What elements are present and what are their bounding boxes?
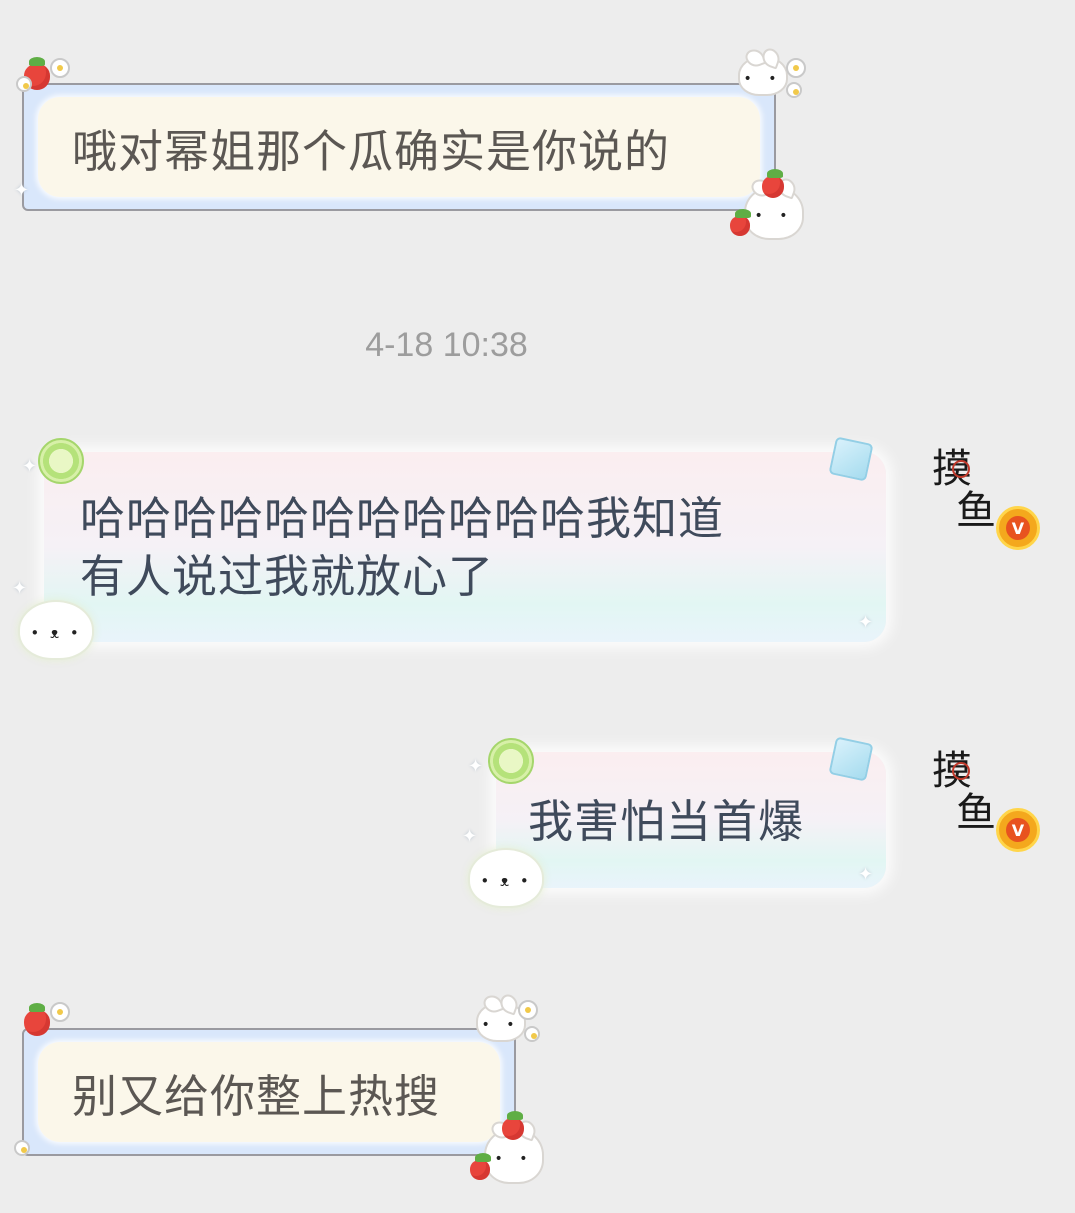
message-text: 别又给你整上热搜 (72, 1069, 441, 1123)
flower-sticker-icon (50, 58, 70, 78)
flower-sticker-icon (50, 1002, 70, 1022)
ice-cube-sticker-icon (828, 736, 874, 782)
sparkle-icon: ✦ (14, 180, 30, 201)
flower-sticker-icon (16, 76, 32, 92)
incoming-message-bubble[interactable]: 哦对幂姐那个瓜确实是你说的 (22, 83, 776, 211)
flower-sticker-icon (786, 82, 802, 98)
ice-cube-sticker-icon (828, 436, 874, 482)
avatar-glyph: 鱼 (956, 488, 996, 534)
strawberry-sticker-icon (502, 1111, 524, 1140)
message-text: 哦对幂姐那个瓜确实是你说的 (72, 124, 671, 178)
sparkle-icon: ✦ (22, 456, 38, 477)
avatar-glyph: 鱼 (956, 790, 996, 836)
strawberry-sticker-icon (470, 1153, 491, 1180)
bubble-inner: 别又给你整上热搜 (38, 1042, 500, 1142)
vip-badge-icon: V (996, 506, 1040, 550)
flower-sticker-icon (14, 1140, 30, 1156)
flower-sticker-icon (786, 58, 806, 78)
bubble-inner: 哦对幂姐那个瓜确实是你说的 (38, 97, 760, 197)
flower-sticker-icon (524, 1026, 540, 1042)
message-text: 我害怕当首爆 (528, 795, 805, 848)
sparkle-icon: ✦ (858, 612, 874, 633)
user-avatar[interactable]: 摸 鱼 V (926, 438, 1040, 558)
flower-sticker-icon (518, 1000, 538, 1020)
sparkle-icon: ✦ (468, 756, 484, 777)
lime-sticker-icon (488, 738, 534, 784)
cat-blob-sticker-icon: • ᴥ • (468, 848, 544, 908)
lime-sticker-icon (38, 438, 84, 484)
strawberry-sticker-icon (730, 209, 751, 236)
strawberry-sticker-icon (24, 1003, 50, 1036)
message-text-line-1: 哈哈哈哈哈哈哈哈哈哈哈我知道 (80, 492, 725, 545)
incoming-message-bubble[interactable]: 别又给你整上热搜 (22, 1028, 516, 1156)
vip-badge-icon: V (996, 808, 1040, 852)
outgoing-message-bubble[interactable] (44, 452, 886, 642)
avatar-red-mark (952, 762, 970, 780)
cat-blob-sticker-icon: • ᴥ • (18, 600, 94, 660)
user-avatar[interactable]: 摸 鱼 V (926, 740, 1040, 860)
sparkle-icon: ✦ (462, 826, 478, 847)
sparkle-icon: ✦ (858, 864, 874, 885)
avatar-red-mark (952, 460, 970, 478)
sparkle-icon: ✦ (12, 578, 28, 599)
cat-sticker-icon: • • (738, 46, 788, 96)
message-timestamp: 4-18 10:38 (365, 326, 528, 364)
strawberry-sticker-icon (762, 169, 784, 198)
message-text-line-2: 有人说过我就放心了 (80, 550, 495, 603)
